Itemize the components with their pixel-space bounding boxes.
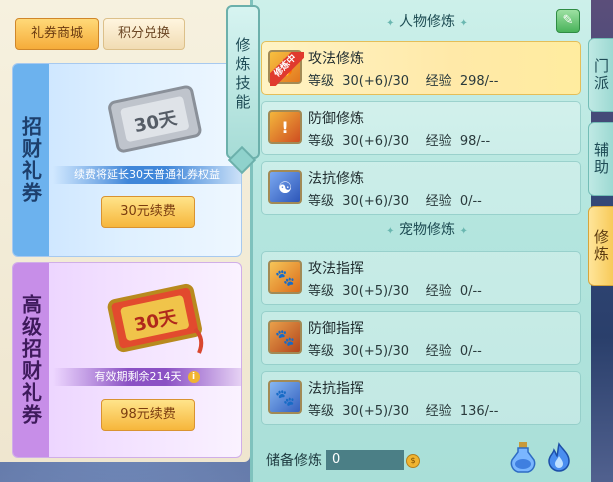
skill-row-pet-attack[interactable]: 🐾 攻法指挥 等级 30(+5)/30 经验 0/--: [261, 251, 581, 305]
card-label: 招财礼券: [13, 64, 49, 256]
skill-level: 等级 30(+6)/30: [308, 194, 410, 209]
tab-cultivation[interactable]: 修炼: [588, 206, 613, 286]
skill-name: 防御修炼: [308, 111, 364, 127]
skill-row-magic-resist[interactable]: ☯ 法抗修炼 等级 30(+6)/30 经验 0/--: [261, 161, 581, 215]
skill-name: 法抗修炼: [308, 171, 364, 187]
skill-name: 攻法修炼: [308, 51, 364, 67]
skill-exp: 经验 98/--: [425, 134, 491, 149]
skill-level: 等级 30(+6)/30: [308, 74, 410, 89]
ornament-icon: ✦: [386, 18, 395, 29]
renew-98-button[interactable]: 98元续费: [101, 399, 195, 431]
skill-level: 等级 30(+5)/30: [308, 284, 410, 299]
potion-icon[interactable]: [508, 440, 538, 474]
skill-row-pet-resist[interactable]: 🐾 法抗指挥 等级 30(+5)/30 经验 136/--: [261, 371, 581, 425]
section-header-character: ✦ 人物修炼 ✦: [370, 11, 484, 33]
remaining-days: 有效期剩余214天: [94, 370, 182, 383]
tab-voucher-mall[interactable]: 礼券商城: [15, 18, 99, 50]
skill-stats: 等级 30(+5)/30 经验 136/--: [308, 400, 498, 419]
paw-attack-icon: 🐾: [268, 260, 302, 294]
skill-exp: 经验 136/--: [425, 404, 499, 419]
reserve-label: 储备修炼: [266, 453, 322, 469]
tab-points-exchange[interactable]: 积分兑换: [103, 18, 185, 50]
coin-icon[interactable]: $: [406, 454, 420, 468]
gold-ticket-icon: 30天: [107, 283, 204, 354]
flame-icon[interactable]: [546, 442, 572, 472]
ornament-icon: ✦: [386, 226, 395, 237]
skill-row-pet-defense[interactable]: 🐾 防御指挥 等级 30(+5)/30 经验 0/--: [261, 311, 581, 365]
skill-stats: 等级 30(+5)/30 经验 0/--: [308, 340, 482, 359]
cultivation-skill-tag: 修炼技能: [226, 5, 260, 159]
skill-stats: 等级 30(+6)/30 经验 298/--: [308, 70, 498, 89]
shop-panel: 礼券商城 积分兑换 招财礼券 30天 续费将延长30天普通礼券权益 30元续费 …: [0, 0, 250, 462]
defense-icon: !: [268, 110, 302, 144]
premium-voucher-card: 高级招财礼券 30天 有效期剩余214天 i 98元续费: [12, 262, 242, 458]
paw-defense-icon: 🐾: [268, 320, 302, 354]
info-icon[interactable]: i: [187, 371, 200, 383]
edit-icon[interactable]: ✎: [556, 9, 580, 33]
section-header-pet: ✦ 宠物修炼 ✦: [370, 219, 484, 241]
section-title: 人物修炼: [399, 14, 455, 30]
skill-exp: 经验 0/--: [425, 284, 482, 299]
card-info: 有效期剩余214天 i: [53, 368, 241, 386]
tab-sect[interactable]: 门派: [588, 38, 613, 112]
skill-stats: 等级 30(+6)/30 经验 98/--: [308, 130, 490, 149]
skill-name: 法抗指挥: [308, 381, 364, 397]
skill-name: 防御指挥: [308, 321, 364, 337]
skill-stats: 等级 30(+5)/30 经验 0/--: [308, 280, 482, 299]
reserve-value: 0: [326, 450, 404, 470]
ornament-icon: ✦: [459, 18, 468, 29]
skill-exp: 经验 298/--: [425, 74, 499, 89]
attack-magic-icon: 🔥 修炼中: [268, 50, 304, 86]
skill-level: 等级 30(+5)/30: [308, 404, 410, 419]
skill-row-attack-magic[interactable]: 🔥 修炼中 攻法修炼 等级 30(+6)/30 经验 298/--: [261, 41, 581, 95]
section-title: 宠物修炼: [399, 222, 455, 238]
skill-level: 等级 30(+6)/30: [308, 134, 410, 149]
silver-ticket-icon: 30天: [108, 85, 202, 153]
skill-exp: 经验 0/--: [425, 344, 482, 359]
skill-stats: 等级 30(+6)/30 经验 0/--: [308, 190, 482, 209]
card-info: 续费将延长30天普通礼券权益: [53, 166, 241, 184]
ornament-icon: ✦: [459, 226, 468, 237]
skill-level: 等级 30(+5)/30: [308, 344, 410, 359]
skill-exp: 经验 0/--: [425, 194, 482, 209]
skill-row-defense[interactable]: ! 防御修炼 等级 30(+6)/30 经验 98/--: [261, 101, 581, 155]
active-badge: 修炼中: [270, 52, 304, 86]
tab-assist[interactable]: 辅助: [588, 122, 613, 196]
side-tag-label: 修炼技能: [233, 37, 252, 113]
skill-name: 攻法指挥: [308, 261, 364, 277]
voucher-card: 招财礼券 30天 续费将延长30天普通礼券权益 30元续费: [12, 63, 242, 257]
renew-30-button[interactable]: 30元续费: [101, 196, 195, 228]
magic-resist-icon: ☯: [268, 170, 302, 204]
card-label: 高级招财礼券: [13, 263, 49, 457]
paw-resist-icon: 🐾: [268, 380, 302, 414]
